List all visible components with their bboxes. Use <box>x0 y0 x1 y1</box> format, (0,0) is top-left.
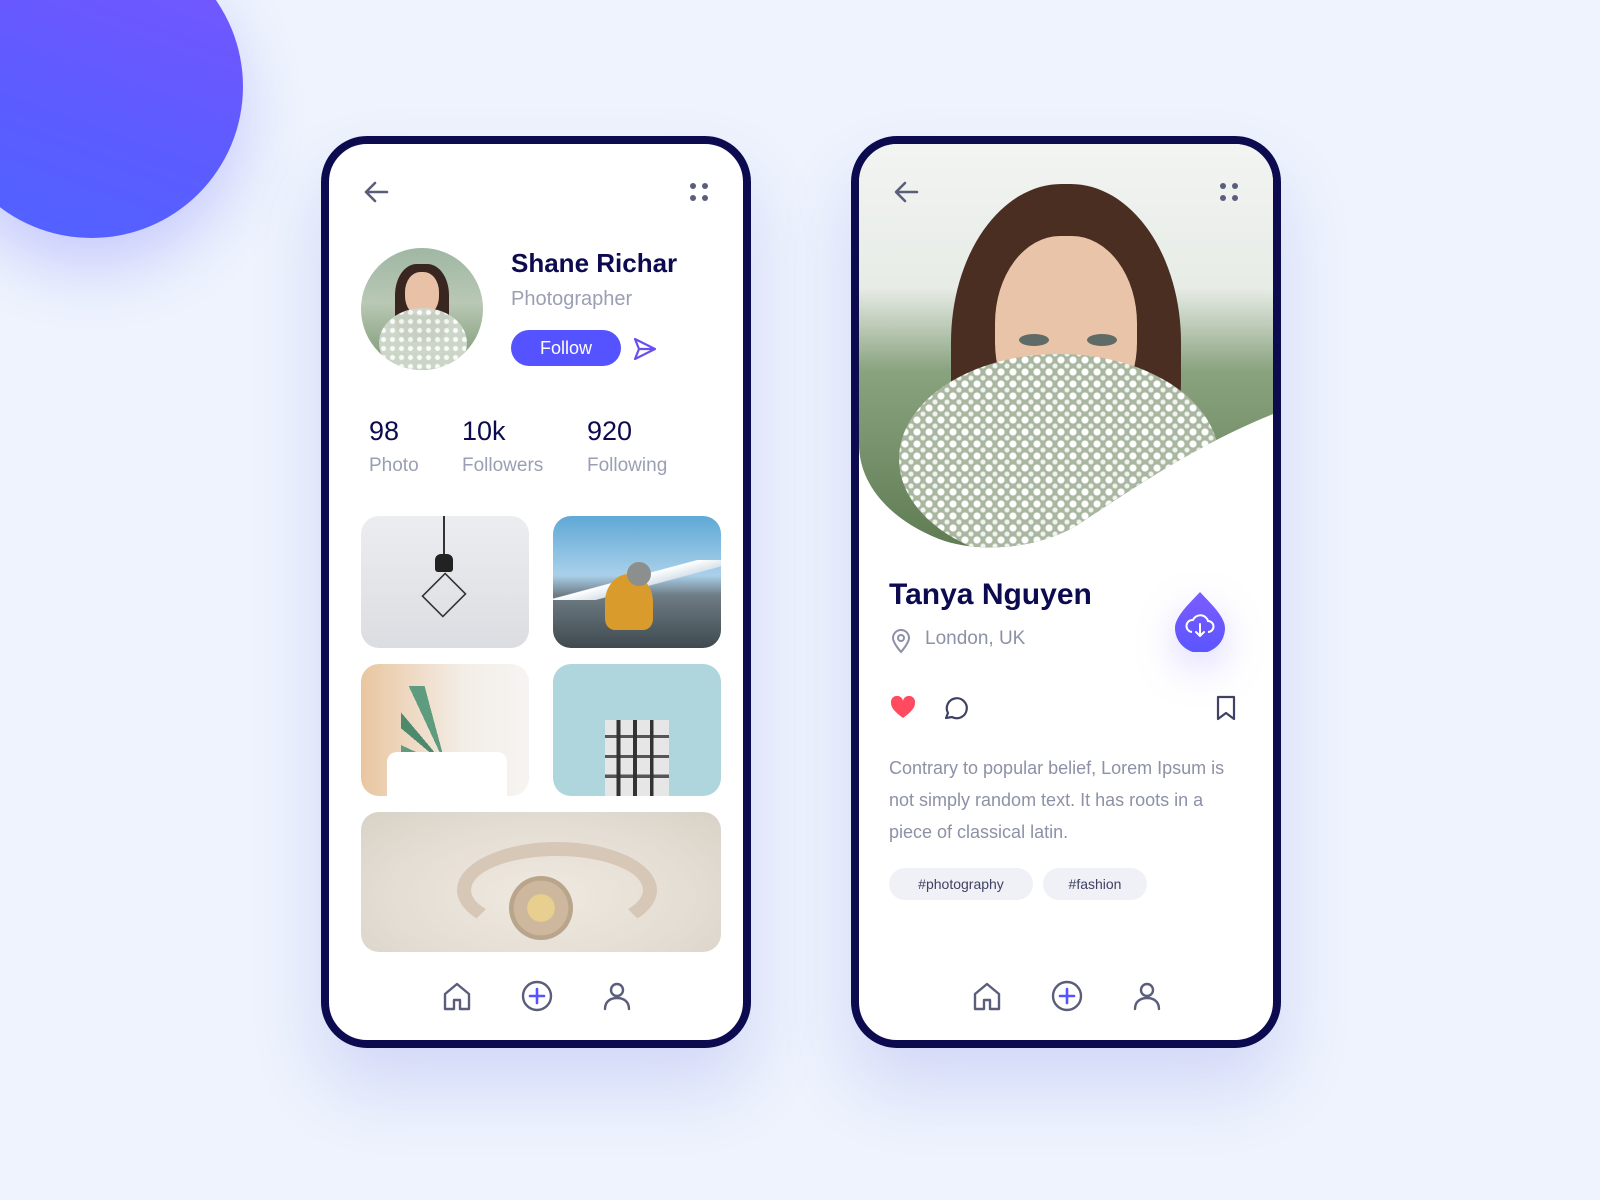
detail-screen: Tanya Nguyen London, UK Contrary to popu… <box>851 136 1281 1048</box>
stat-label: Following <box>587 455 668 476</box>
profile-role: Photographer <box>511 288 633 310</box>
bottom-nav <box>859 978 1273 1018</box>
stat-value: 10k <box>462 416 506 446</box>
tag-photography[interactable]: #photography <box>889 868 1033 900</box>
location-text: London, UK <box>925 628 1026 649</box>
profile-name: Shane Richar <box>511 248 678 278</box>
photo-thumbnail-mountain[interactable] <box>553 516 721 648</box>
photo-thumbnail-lamp[interactable] <box>361 516 529 648</box>
profile-name: Tanya Nguyen <box>889 578 1092 611</box>
lamp-cord <box>443 516 445 556</box>
plant-pot <box>387 752 507 796</box>
user-icon[interactable] <box>599 978 635 1014</box>
home-icon[interactable] <box>969 978 1005 1014</box>
stat-value: 98 <box>369 416 400 446</box>
location-pin-icon <box>891 629 911 654</box>
building <box>605 720 669 796</box>
action-bar <box>859 694 1273 724</box>
lamp-cap <box>435 554 453 572</box>
comment-icon[interactable] <box>941 694 969 722</box>
person-head <box>627 562 651 586</box>
decorative-blob <box>0 0 243 238</box>
heart-icon[interactable] <box>889 694 917 722</box>
add-circle-icon[interactable] <box>1049 978 1085 1014</box>
grid-dots-icon[interactable] <box>1215 178 1243 206</box>
home-icon[interactable] <box>439 978 475 1014</box>
add-circle-icon[interactable] <box>519 978 555 1014</box>
photo-thumbnail-plant[interactable] <box>361 664 529 796</box>
stat-following: 920 Following <box>587 416 667 477</box>
stat-label: Photo <box>369 455 419 476</box>
stat-followers: 10k Followers <box>462 416 543 477</box>
top-bar <box>859 174 1273 210</box>
hero-eye-right <box>1087 334 1117 346</box>
lamp-cage <box>421 572 467 618</box>
stat-photo: 98 Photo <box>369 416 419 477</box>
user-icon[interactable] <box>1129 978 1165 1014</box>
description: Contrary to popular belief, Lorem Ipsum … <box>889 758 1225 842</box>
profile-screen: Shane Richar Photographer Follow 98 Phot… <box>321 136 751 1048</box>
avatar[interactable] <box>361 248 483 370</box>
back-arrow-icon[interactable] <box>359 174 395 210</box>
follow-button[interactable]: Follow <box>511 330 621 366</box>
back-arrow-icon[interactable] <box>889 174 925 210</box>
photo-thumbnail-headphones[interactable] <box>361 812 721 952</box>
avatar-flowers <box>379 308 467 370</box>
hero-eye-left <box>1019 334 1049 346</box>
send-icon[interactable] <box>632 336 658 362</box>
bookmark-icon[interactable] <box>1213 694 1239 722</box>
bottom-nav <box>329 978 743 1018</box>
grid-dots-icon[interactable] <box>685 178 713 206</box>
headphone-cup <box>509 876 573 940</box>
download-cloud-icon[interactable] <box>1173 590 1227 652</box>
stat-value: 920 <box>587 416 633 446</box>
top-bar <box>329 174 743 210</box>
hero-bouquet <box>899 354 1219 556</box>
stat-label: Followers <box>462 455 544 476</box>
photo-thumbnail-building[interactable] <box>553 664 721 796</box>
tag-fashion[interactable]: #fashion <box>1043 868 1147 900</box>
